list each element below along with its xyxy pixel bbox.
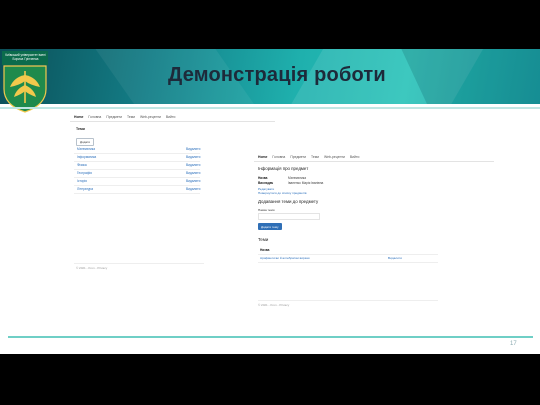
university-logo: Київський університет імені Бориса Грінч… <box>2 51 48 113</box>
footer-divider <box>74 263 204 264</box>
nav-item-topics[interactable]: Теми <box>311 155 319 159</box>
table-header-name: Назва <box>260 248 270 252</box>
field-value: Іваненко Марія Іванівна <box>288 181 324 185</box>
delete-link[interactable]: Видалити <box>186 163 200 167</box>
nav-item-logout[interactable]: Вийти <box>350 155 360 159</box>
nav-item-subjects[interactable]: Предмети <box>106 115 122 119</box>
topic-name[interactable]: Математика <box>77 147 95 151</box>
table-row: Інформатика Видалити <box>74 154 200 162</box>
topic-name-label: Назва теми <box>258 208 275 212</box>
nav-item-web-recipes[interactable]: Web-рецепти <box>324 155 345 159</box>
field-label: Викладач <box>258 181 274 185</box>
delete-link[interactable]: Видалити <box>186 155 200 159</box>
topic-name[interactable]: Інформатика <box>77 155 96 159</box>
topics-list-screenshot: Home Головна Предмети Теми Web-рецепти В… <box>70 112 275 272</box>
navbar-divider <box>70 121 275 122</box>
logo-caption: Київський університет імені Бориса Грінч… <box>5 53 46 61</box>
delete-link[interactable]: Видалити <box>186 179 200 183</box>
table-row: Історія Видалити <box>74 178 200 186</box>
add-topic-heading: Додавання теми до предмету <box>258 199 319 204</box>
back-to-list-link[interactable]: Повернутися до списку предметів <box>258 191 307 195</box>
top-navbar: Home Головна Предмети Теми Web-рецепти В… <box>74 115 175 119</box>
topic-name[interactable]: Арифметичні й алгебраїчні вирази <box>260 256 310 260</box>
field-label: Назва <box>258 176 268 180</box>
subject-info-heading: Інформація про предмет <box>258 166 309 171</box>
nav-item-web-recipes[interactable]: Web-рецепти <box>140 115 161 119</box>
add-topic-button[interactable]: Додати тему <box>258 223 282 230</box>
table-row: Фізика Видалити <box>74 162 200 170</box>
nav-brand[interactable]: Home <box>258 155 267 159</box>
field-row: Викладач Іваненко Марія Іванівна <box>258 181 323 185</box>
nav-item-subjects[interactable]: Предмети <box>290 155 306 159</box>
topics-heading: Теми <box>258 237 269 242</box>
row-divider <box>258 262 438 263</box>
topic-name[interactable]: Географія <box>77 171 92 175</box>
subject-details-screenshot: Home Головна Предмети Теми Web-рецепти В… <box>254 152 494 312</box>
page-number: 17 <box>510 341 517 347</box>
row-divider <box>74 193 200 194</box>
delete-link[interactable]: Видалити <box>388 256 402 260</box>
title-banner: Демонстрація роботи <box>0 49 540 104</box>
delete-link[interactable]: Видалити <box>186 187 200 191</box>
top-navbar: Home Головна Предмети Теми Web-рецепти В… <box>258 155 359 159</box>
nav-brand[interactable]: Home <box>74 115 83 119</box>
topic-name[interactable]: Література <box>77 187 93 191</box>
field-value: Математика <box>288 176 306 180</box>
header-divider <box>258 254 438 255</box>
nav-item-home[interactable]: Головна <box>88 115 101 119</box>
delete-link[interactable]: Видалити <box>186 147 200 151</box>
navbar-divider <box>254 161 494 162</box>
nav-item-home[interactable]: Головна <box>272 155 285 159</box>
page-footer: © 2021 - Kron - Privacy <box>258 303 290 307</box>
footer-divider <box>258 300 438 301</box>
table-row: Література Видалити <box>74 186 200 194</box>
nav-item-logout[interactable]: Вийти <box>166 115 176 119</box>
topic-name[interactable]: Історія <box>77 179 87 183</box>
delete-link[interactable]: Видалити <box>186 171 200 175</box>
bottom-accent-line <box>8 336 533 338</box>
field-row: Назва Математика <box>258 176 306 180</box>
topic-name[interactable]: Фізика <box>77 163 87 167</box>
table-row: Географія Видалити <box>74 170 200 178</box>
presentation-slide: Демонстрація роботи Київський університе… <box>0 49 540 354</box>
page-footer: © 2021 - Kron - Privacy <box>76 266 108 270</box>
slide-title: Демонстрація роботи <box>168 64 386 86</box>
title-underline <box>0 107 540 109</box>
table-row: Математика Видалити <box>74 146 200 154</box>
page-heading: Теми <box>76 127 85 131</box>
topic-name-input[interactable] <box>258 213 320 220</box>
add-topic-button[interactable]: Додати <box>76 138 95 146</box>
nav-item-topics[interactable]: Теми <box>127 115 135 119</box>
